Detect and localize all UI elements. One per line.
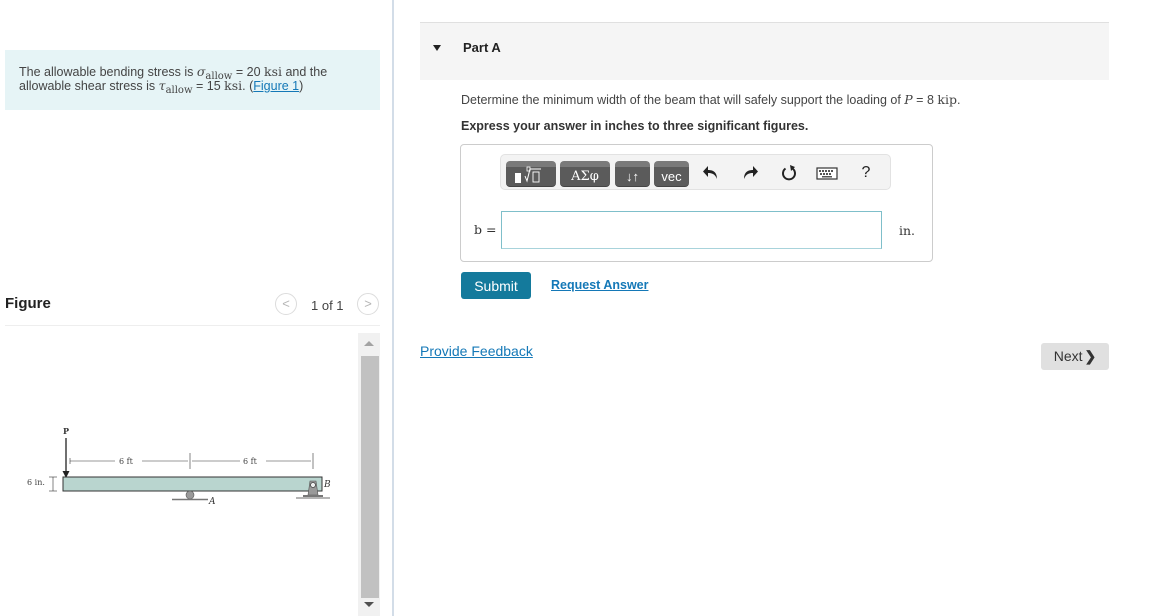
part-a-header[interactable]: Part A (420, 22, 1109, 80)
tau-unit: ksi (224, 78, 243, 93)
figure-title: Figure (5, 295, 51, 312)
arrows-icon: ↓↑ (626, 169, 639, 184)
request-answer-link[interactable]: Request Answer (551, 278, 648, 292)
intro-line-2: allowable shear stress is τallow = 15 ks… (19, 78, 366, 96)
part-title: Part A (463, 40, 501, 55)
provide-feedback-link[interactable]: Provide Feedback (420, 343, 533, 359)
span1-label: 6 ft (119, 457, 134, 466)
figure-header: Figure < 1 of 1 > (5, 290, 380, 326)
figure-scrollbar[interactable] (358, 333, 380, 616)
caret-down-icon (433, 45, 441, 51)
roller-support-a (185, 490, 195, 500)
left-pane: The allowable bending stress is σallow =… (0, 0, 393, 616)
chevron-right-icon: ❯ (1084, 348, 1097, 364)
figure-prev-button[interactable]: < (275, 293, 297, 315)
problem-intro: The allowable bending stress is σallow =… (5, 50, 380, 110)
scroll-up-arrow-icon[interactable] (358, 333, 380, 355)
pane-divider[interactable] (392, 0, 394, 616)
load-variable: P (904, 92, 913, 107)
scroll-thumb[interactable] (361, 356, 379, 598)
beam-diagram: P 6 ft 6 ft 6 in. A B (27, 426, 331, 507)
figure-counter: 1 of 1 (311, 298, 344, 313)
question-prefix: Determine the minimum width of the beam … (461, 93, 905, 107)
submit-button[interactable]: Submit (461, 272, 531, 299)
figure-next-button[interactable]: > (357, 293, 379, 315)
chevron-right-icon: > (364, 296, 372, 311)
depth-label: 6 in. (27, 478, 45, 487)
vector-button[interactable]: vec (654, 161, 689, 187)
greek-label: ΑΣφ (571, 169, 599, 184)
sigma-eq: = 20 (232, 65, 264, 79)
sigma-allow: σallow (196, 64, 233, 82)
intro-text: and the (282, 65, 328, 79)
variable-label: b = (474, 222, 497, 237)
undo-icon[interactable] (700, 162, 724, 184)
greek-symbols-button[interactable]: ΑΣφ (560, 161, 610, 187)
answer-box: ΑΣφ ↓↑ vec ? b = in. (460, 144, 933, 262)
unit-label: in. (899, 223, 916, 238)
vec-label: vec (661, 169, 682, 184)
intro-line-1: The allowable bending stress is σallow =… (19, 64, 366, 82)
intro-text: allowable shear stress is (19, 79, 159, 93)
intro-text: The allowable bending stress is (19, 65, 197, 79)
keyboard-icon[interactable] (815, 162, 839, 184)
intro-text: ) (299, 79, 304, 93)
scroll-down-arrow-icon[interactable] (358, 594, 380, 616)
question-text: Determine the minimum width of the beam … (461, 92, 960, 107)
intro-text: . ( (242, 79, 254, 93)
templates-icon (515, 166, 541, 183)
beam (62, 476, 323, 492)
arrows-button[interactable]: ↓↑ (615, 161, 650, 187)
question-eq: = 8 (912, 93, 938, 107)
chevron-left-icon: < (282, 296, 290, 311)
math-toolbar: ΑΣφ ↓↑ vec ? (500, 154, 891, 190)
next-label: Next (1053, 348, 1083, 364)
templates-button[interactable] (506, 161, 556, 187)
redo-icon[interactable] (737, 162, 761, 184)
reset-icon[interactable] (777, 162, 801, 184)
pin (310, 482, 316, 488)
next-button[interactable]: Next ❯ (1041, 343, 1109, 370)
tau-allow: τallow (158, 78, 193, 96)
question-suffix: . (956, 93, 961, 107)
tau-eq: = 15 (192, 79, 225, 93)
pin-base (303, 495, 323, 497)
support-a-label: A (208, 497, 216, 507)
answer-input[interactable] (501, 211, 882, 249)
figure-1-link[interactable]: Figure 1 (253, 79, 299, 93)
load-label: P (63, 426, 69, 436)
span2-label: 6 ft (243, 457, 258, 466)
load-unit: kip (937, 92, 957, 107)
answer-instruction: Express your answer in inches to three s… (461, 119, 809, 133)
support-b-label: B (323, 480, 331, 490)
help-icon[interactable]: ? (854, 162, 878, 184)
sigma-unit: ksi (264, 64, 282, 79)
